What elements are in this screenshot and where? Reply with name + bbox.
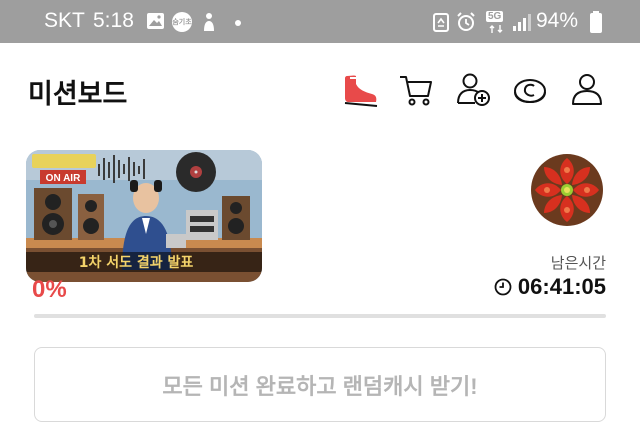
signal-icon xyxy=(513,14,531,31)
reward-button-label: 모든 미션 완료하고 랜덤캐시 받기! xyxy=(162,373,478,399)
clock-label: 5:18 xyxy=(93,9,134,32)
page-title: 미션보드 xyxy=(28,79,128,109)
clock-icon xyxy=(494,278,512,296)
recycle-icon xyxy=(433,13,449,32)
remaining-time-value: 06:41:05 xyxy=(517,274,606,299)
add-friend-icon[interactable] xyxy=(455,70,491,108)
mission-thumbnail[interactable]: ON AIR 1차 서도 결과 발표 xyxy=(26,150,262,282)
battery-percent-label: 94% xyxy=(536,9,579,32)
network-type-label: 5G xyxy=(486,11,504,22)
countdown-timer: 06:41:05 xyxy=(494,274,606,300)
shoe-icon[interactable] xyxy=(342,70,378,108)
carrier-label: SKT xyxy=(44,9,85,32)
more-notifications-dot-icon xyxy=(235,20,241,26)
status-bar: SKT 5:18 숨기초 5G 94% xyxy=(0,0,640,43)
gallery-icon xyxy=(147,13,164,29)
thumbnail-caption: 1차 서도 결과 발표 xyxy=(79,254,194,271)
on-air-sign: ON AIR xyxy=(46,173,81,184)
coin-icon[interactable] xyxy=(512,70,548,108)
mission-reward-image xyxy=(527,150,607,230)
profile-icon[interactable] xyxy=(569,70,605,108)
cart-icon[interactable] xyxy=(398,70,434,108)
data-arrows-icon xyxy=(489,25,503,33)
mission-progress-percent: 0% xyxy=(32,276,67,303)
person-icon xyxy=(204,13,214,31)
app-badge-icon: 숨기초 xyxy=(172,12,192,32)
battery-icon xyxy=(590,11,602,33)
random-cash-reward-button[interactable]: 모든 미션 완료하고 랜덤캐시 받기! xyxy=(34,347,606,422)
remaining-time-label: 남은시간 xyxy=(550,255,606,272)
mission-progress-bar xyxy=(34,314,606,318)
alarm-icon xyxy=(457,12,475,31)
